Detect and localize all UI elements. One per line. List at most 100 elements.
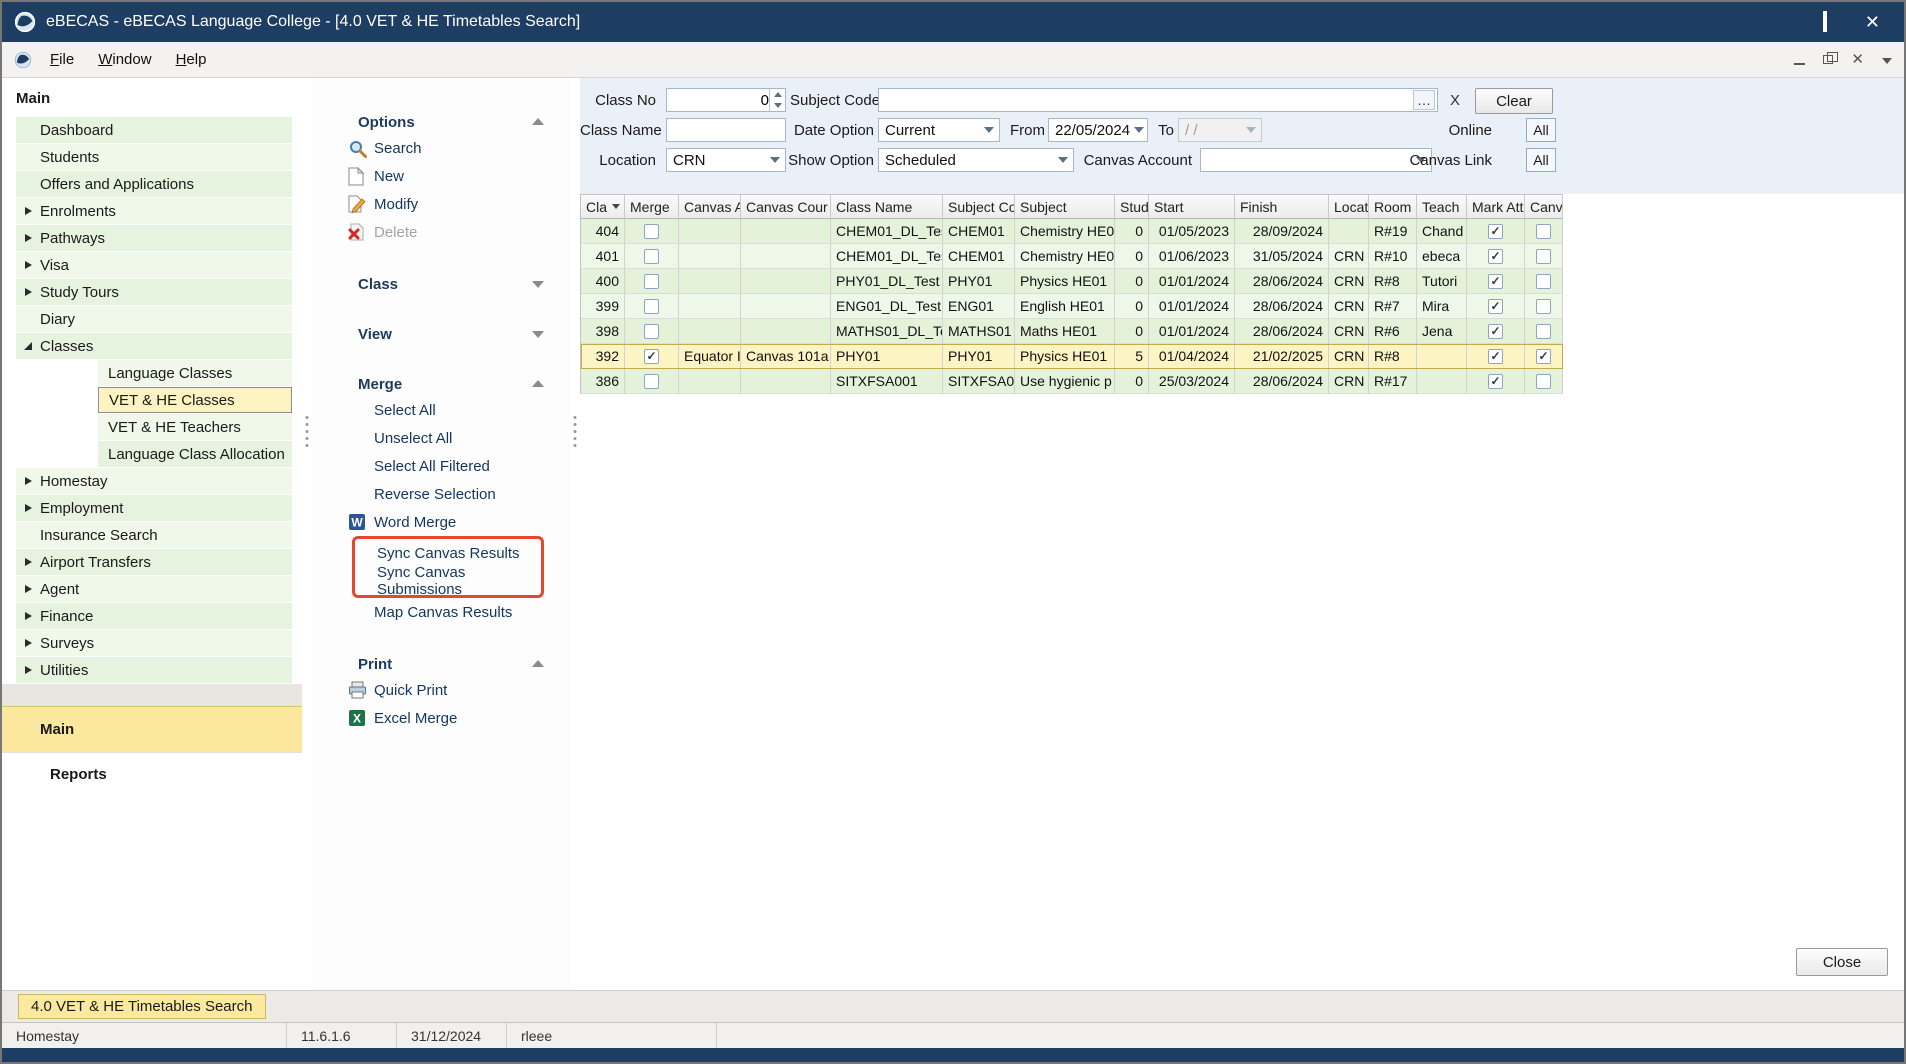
table-row[interactable]: 400PHY01_DL_TestPHY01Physics HE01001/01/… (581, 269, 1563, 294)
group-header-class[interactable]: Class (312, 272, 570, 296)
table-row[interactable]: 404CHEM01_DL_TestCHEM01Chemistry HE0001/… (581, 219, 1563, 244)
sidebar-item-study-tours[interactable]: Study Tours (16, 279, 292, 305)
dropdown-arrow-icon[interactable] (979, 119, 999, 141)
dropdown-arrow-icon[interactable] (1053, 149, 1073, 171)
sidebar-item-pathways[interactable]: Pathways (16, 225, 292, 251)
ribbon-item-select-all[interactable]: Select All (312, 396, 570, 424)
sidebar-item-diary[interactable]: Diary (16, 306, 292, 332)
show-option-combo[interactable]: Scheduled (878, 148, 1074, 172)
mark-attendance-checkbox[interactable]: ✓ (1488, 374, 1503, 389)
column-header-finish-date[interactable]: Finish (1235, 195, 1329, 219)
sidebar-item-students[interactable]: Students (16, 144, 292, 170)
sidebar-item-insurance-search[interactable]: Insurance Search (16, 522, 292, 548)
sidebar-item-enrolments[interactable]: Enrolments (16, 198, 292, 224)
ribbon-item-sync-canvas-results[interactable]: Sync Canvas Results (355, 539, 541, 567)
canvas-link-checkbox[interactable] (1536, 274, 1551, 289)
ribbon-item-excel-merge[interactable]: XExcel Merge (312, 704, 570, 732)
canvas-link-checkbox[interactable] (1536, 249, 1551, 264)
canvas-link-all-box[interactable]: All (1526, 148, 1556, 172)
collapse-up-icon[interactable] (532, 380, 544, 387)
subject-code-browse-button[interactable]: … (1413, 90, 1435, 110)
menu-help[interactable]: Help (164, 45, 219, 74)
collapse-down-icon[interactable] (532, 331, 544, 338)
splitter-right[interactable] (570, 78, 580, 990)
menu-window[interactable]: Window (86, 45, 163, 74)
table-row[interactable]: 398MATHS01_DL_TesMATHS01Maths HE01001/01… (581, 319, 1563, 344)
sidebar-item-vet-he-teachers[interactable]: VET & HE Teachers (98, 414, 292, 440)
ribbon-item-modify[interactable]: Modify (312, 190, 570, 218)
collapse-up-icon[interactable] (532, 118, 544, 125)
toolbar-options-chevron-icon[interactable] (1882, 58, 1892, 64)
ribbon-item-quick-print[interactable]: Quick Print (312, 676, 570, 704)
merge-checkbox[interactable] (644, 224, 659, 239)
mark-attendance-checkbox[interactable]: ✓ (1488, 274, 1503, 289)
column-header-students[interactable]: Studer (1115, 195, 1149, 219)
clear-button[interactable]: Clear (1475, 88, 1553, 114)
sidebar-item-finance[interactable]: Finance (16, 603, 292, 629)
merge-checkbox[interactable] (644, 299, 659, 314)
group-header-options[interactable]: Options (312, 110, 570, 134)
canvas-link-checkbox[interactable]: ✓ (1536, 349, 1551, 364)
class-no-value[interactable] (673, 92, 769, 109)
close-button[interactable]: Close (1796, 948, 1888, 976)
ribbon-item-map-canvas-results[interactable]: Map Canvas Results (312, 598, 570, 626)
spin-up-icon[interactable] (770, 89, 785, 100)
merge-checkbox[interactable] (644, 324, 659, 339)
column-header-class-no[interactable]: Cla (581, 195, 625, 219)
location-combo[interactable]: CRN (666, 148, 786, 172)
group-header-print[interactable]: Print (312, 652, 570, 676)
sidebar-item-airport-transfers[interactable]: Airport Transfers (16, 549, 292, 575)
subject-code-clear-button[interactable]: X (1444, 88, 1466, 112)
collapse-up-icon[interactable] (532, 660, 544, 667)
sidebar-item-vet-he-classes[interactable]: VET & HE Classes (98, 387, 292, 413)
canvas-link-checkbox[interactable] (1536, 374, 1551, 389)
sidebar-item-dashboard[interactable]: Dashboard (16, 117, 292, 143)
ribbon-item-select-all-filtered[interactable]: Select All Filtered (312, 452, 570, 480)
class-name-input[interactable] (666, 118, 786, 142)
maximize-button[interactable] (1823, 13, 1827, 31)
ribbon-item-search[interactable]: Search (312, 134, 570, 162)
sidebar-item-surveys[interactable]: Surveys (16, 630, 292, 656)
sidebar-item-offers-and-applications[interactable]: Offers and Applications (16, 171, 292, 197)
sidebar-item-language-classes[interactable]: Language Classes (98, 360, 292, 386)
canvas-link-checkbox[interactable] (1536, 299, 1551, 314)
sidebar-tab-main[interactable]: Main (2, 706, 302, 752)
spin-down-icon[interactable] (770, 100, 785, 111)
sidebar-item-agent[interactable]: Agent (16, 576, 292, 602)
table-row[interactable]: 401CHEM01_DL_TestCHEM01Chemistry HE0001/… (581, 244, 1563, 269)
menu-file[interactable]: File (38, 45, 86, 74)
ribbon-item-sync-canvas-submissions[interactable]: Sync Canvas Submissions (355, 567, 541, 595)
mdi-close-icon[interactable]: ✕ (1851, 52, 1864, 67)
ribbon-item-unselect-all[interactable]: Unselect All (312, 424, 570, 452)
column-header-teacher[interactable]: Teach (1417, 195, 1467, 219)
mark-attendance-checkbox[interactable]: ✓ (1488, 349, 1503, 364)
merge-checkbox[interactable] (644, 249, 659, 264)
class-no-input[interactable] (666, 88, 786, 112)
merge-checkbox[interactable] (644, 274, 659, 289)
collapse-down-icon[interactable] (532, 281, 544, 288)
column-header-class-name[interactable]: Class Name (831, 195, 943, 219)
table-row[interactable]: 392✓Equator ITCanvas 101aPHY01PHY01Physi… (581, 344, 1563, 369)
canvas-link-checkbox[interactable] (1536, 224, 1551, 239)
mark-attendance-checkbox[interactable]: ✓ (1488, 324, 1503, 339)
mdi-minimize-icon[interactable] (1794, 63, 1805, 65)
sidebar-item-utilities[interactable]: Utilities (16, 657, 292, 683)
ribbon-item-new[interactable]: New (312, 162, 570, 190)
sidebar-item-classes[interactable]: Classes (16, 333, 292, 359)
table-row[interactable]: 386SITXFSA001SITXFSA00Use hygienic p025/… (581, 369, 1563, 394)
sidebar-item-employment[interactable]: Employment (16, 495, 292, 521)
subject-code-value[interactable] (885, 92, 1413, 109)
online-all-box[interactable]: All (1526, 118, 1556, 142)
column-header-canvas-account[interactable]: Canvas A (679, 195, 741, 219)
column-header-subject[interactable]: Subject (1015, 195, 1115, 219)
sidebar-item-language-class-allocation[interactable]: Language Class Allocation (98, 441, 292, 467)
table-row[interactable]: 399ENG01_DL_TestENG01English HE01001/01/… (581, 294, 1563, 319)
sidebar-item-visa[interactable]: Visa (16, 252, 292, 278)
mark-attendance-checkbox[interactable]: ✓ (1488, 224, 1503, 239)
column-header-merge[interactable]: Merge (625, 195, 679, 219)
mdi-restore-icon[interactable] (1823, 55, 1833, 64)
close-window-button[interactable]: ✕ (1865, 13, 1880, 31)
group-header-view[interactable]: View (312, 322, 570, 346)
document-tab[interactable]: 4.0 VET & HE Timetables Search (18, 994, 266, 1019)
column-header-room[interactable]: Room (1369, 195, 1417, 219)
